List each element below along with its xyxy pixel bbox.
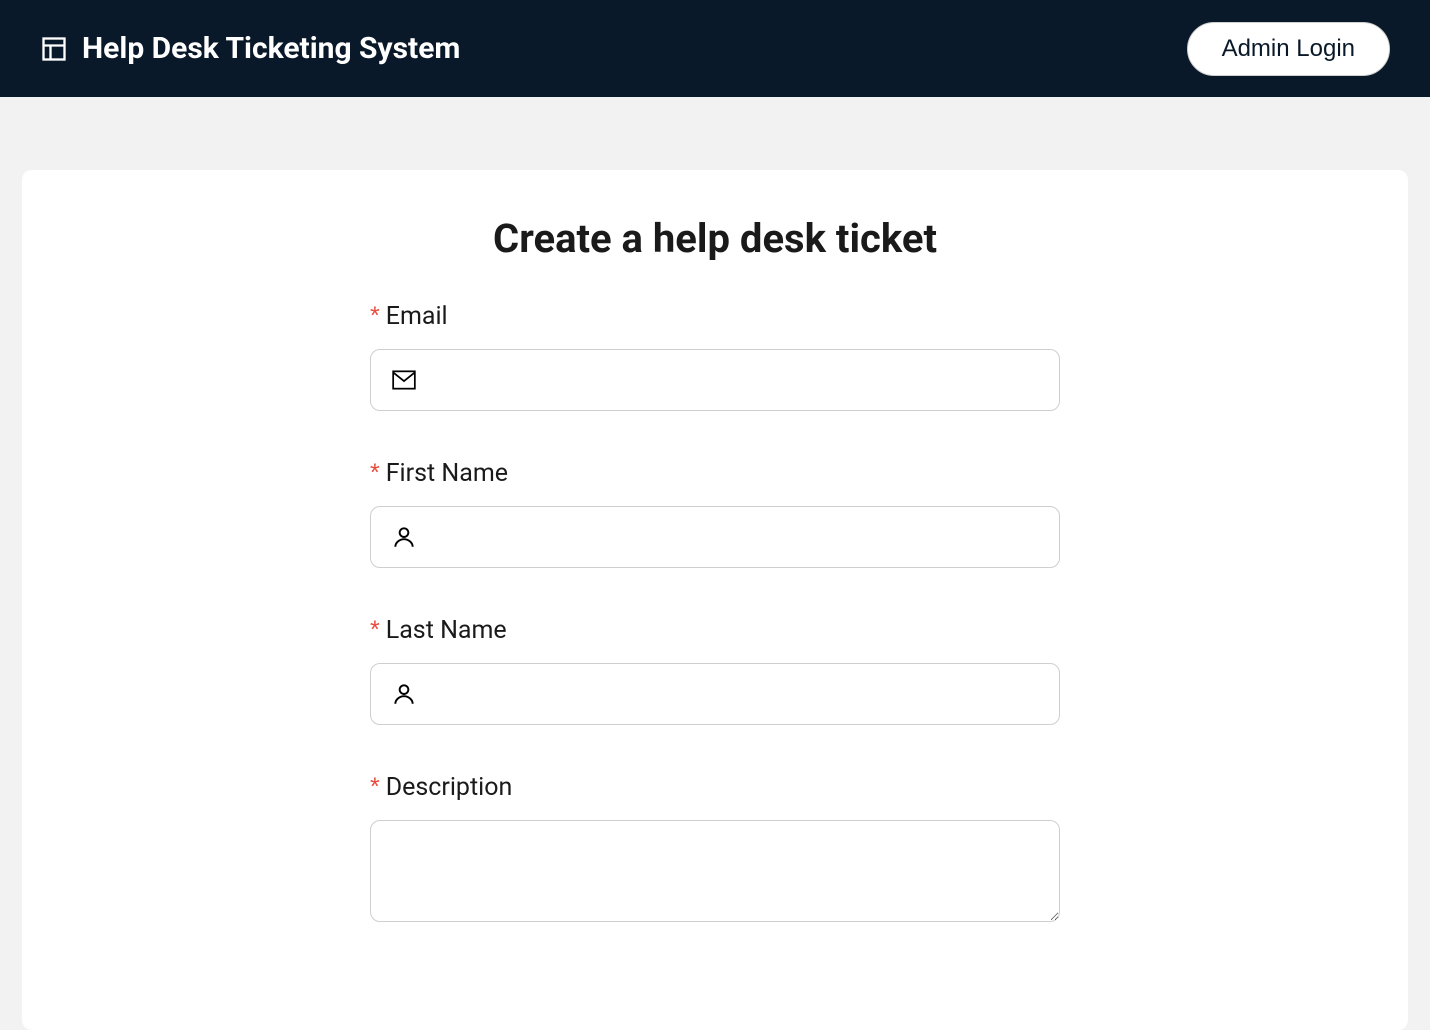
first-name-label: *First Name — [370, 459, 1060, 488]
mail-icon — [391, 367, 417, 393]
first-name-input[interactable] — [417, 507, 1039, 567]
panel-icon — [40, 35, 68, 63]
form-group-email: *Email — [370, 302, 1060, 411]
last-name-label-text: Last Name — [386, 616, 507, 645]
email-label: *Email — [370, 302, 1060, 331]
page-title: Create a help desk ticket — [370, 215, 1060, 262]
first-name-input-wrapper[interactable] — [370, 506, 1060, 568]
form-group-last-name: *Last Name — [370, 616, 1060, 725]
required-marker: * — [370, 302, 380, 330]
email-label-text: Email — [386, 302, 448, 331]
required-marker: * — [370, 459, 380, 487]
description-input-wrapper[interactable] — [370, 820, 1060, 922]
description-input[interactable] — [371, 821, 1059, 921]
last-name-input-wrapper[interactable] — [370, 663, 1060, 725]
form-card: Create a help desk ticket *Email *First … — [22, 170, 1408, 1030]
email-input-wrapper[interactable] — [370, 349, 1060, 411]
form-group-description: *Description — [370, 773, 1060, 922]
required-marker: * — [370, 616, 380, 644]
required-marker: * — [370, 773, 380, 801]
form-group-first-name: *First Name — [370, 459, 1060, 568]
user-icon — [391, 681, 417, 707]
user-icon — [391, 524, 417, 550]
last-name-input[interactable] — [417, 664, 1039, 724]
admin-login-button[interactable]: Admin Login — [1187, 22, 1390, 76]
first-name-label-text: First Name — [386, 459, 508, 488]
description-label: *Description — [370, 773, 1060, 802]
description-label-text: Description — [386, 773, 513, 802]
app-title: Help Desk Ticketing System — [82, 31, 460, 66]
email-input[interactable] — [417, 350, 1039, 410]
app-header: Help Desk Ticketing System Admin Login — [0, 0, 1430, 97]
last-name-label: *Last Name — [370, 616, 1060, 645]
form-container: Create a help desk ticket *Email *First … — [370, 215, 1060, 922]
header-left: Help Desk Ticketing System — [40, 31, 460, 66]
